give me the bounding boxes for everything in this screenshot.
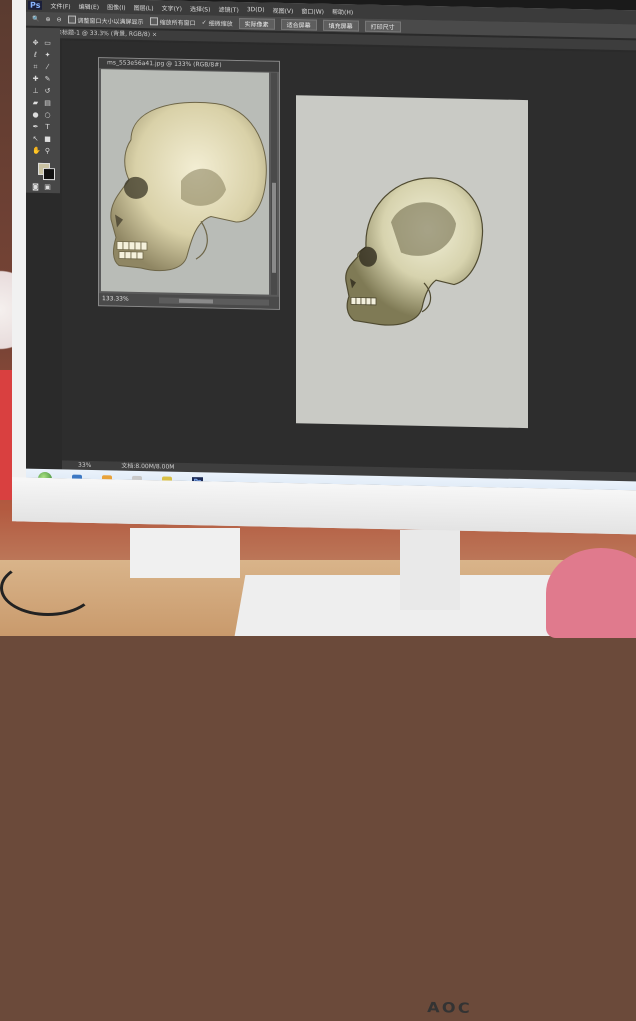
print-size-button[interactable]: 打印尺寸 (364, 20, 401, 32)
monitor-stand-back (130, 528, 240, 578)
screen: Ps 文件(F) 编辑(E) 图像(I) 图层(L) 文字(Y) 选择(S) 滤… (26, 0, 636, 491)
horizontal-scrollbar[interactable] (159, 297, 269, 306)
crop-tool-icon[interactable]: ⌗ (32, 63, 39, 71)
lasso-tool-icon[interactable]: ℓ (32, 51, 39, 59)
reference-skull-illustration (110, 101, 267, 272)
gradient-tool-icon[interactable]: ▤ (44, 99, 51, 107)
document-zoom-level[interactable]: 133.33% (102, 295, 129, 303)
path-select-icon[interactable]: ↖ (32, 135, 39, 143)
monitor-stand-neck (400, 530, 460, 610)
magic-wand-icon[interactable]: ✦ (44, 51, 51, 59)
menu-image[interactable]: 图像(I) (107, 2, 125, 11)
fill-screen-button[interactable]: 填充屏幕 (322, 19, 359, 32)
scrubby-zoom-checkbox[interactable]: ✓ 细微缩放 (202, 18, 233, 28)
cable (0, 560, 96, 616)
vertical-scrollbar[interactable] (271, 72, 277, 295)
menu-edit[interactable]: 编辑(E) (79, 1, 99, 10)
brush-tool-icon[interactable]: ✎ (44, 75, 51, 83)
marquee-tool-icon[interactable]: ▭ (44, 39, 51, 47)
quick-mask-icon[interactable]: ◙ (32, 183, 39, 191)
actual-pixels-button[interactable]: 实际像素 (238, 17, 275, 30)
zoom-all-label: 缩放所有窗口 (159, 18, 196, 27)
menu-filter[interactable]: 滤镜(T) (218, 4, 238, 13)
menu-select[interactable]: 选择(S) (190, 4, 211, 13)
background-color-swatch[interactable] (43, 167, 55, 181)
blur-tool-icon[interactable]: ● (32, 111, 39, 119)
document-status-bar: 133.33% (99, 293, 279, 309)
zoom-out-icon[interactable]: ⊖ (57, 16, 62, 23)
zoom-tool-icon[interactable]: 🔍 (32, 15, 39, 22)
reference-image-canvas[interactable] (101, 69, 269, 295)
zoom-tool-box-icon[interactable]: ⚲ (44, 147, 51, 155)
menu-help[interactable]: 帮助(H) (332, 6, 353, 15)
pen-tool-icon[interactable]: ✒ (32, 123, 39, 131)
zoom-in-icon[interactable]: ⊕ (45, 15, 50, 22)
painted-skull-illustration (345, 177, 484, 326)
photoshop-logo: Ps (28, 0, 43, 10)
zoom-all-checkbox[interactable]: 缩放所有窗口 (149, 17, 196, 27)
eraser-icon[interactable]: ▰ (32, 99, 39, 107)
vertical-scroll-thumb[interactable] (272, 182, 276, 273)
monitor: Ps 文件(F) 编辑(E) 图像(I) 图层(L) 文字(Y) 选择(S) 滤… (12, 0, 636, 1017)
healing-brush-icon[interactable]: ✚ (32, 75, 39, 83)
floating-document-window[interactable]: ms_553e56a41.jpg @ 133% (RGB/8#) 133.33% (98, 57, 280, 310)
menu-file[interactable]: 文件(F) (50, 1, 70, 10)
monitor-brand-logo: AOC (427, 999, 472, 1017)
menu-layer[interactable]: 图层(L) (134, 2, 154, 11)
screen-mode-icon[interactable]: ▣ (44, 183, 51, 191)
canvas-zoom-level[interactable]: 33% (78, 461, 91, 470)
main-canvas[interactable] (296, 95, 528, 429)
shape-tool-icon[interactable]: ■ (44, 135, 51, 143)
hand-tool-icon[interactable]: ✋ (32, 147, 41, 155)
menu-type[interactable]: 文字(Y) (162, 3, 182, 12)
type-tool-icon[interactable]: T (44, 123, 51, 131)
eyedropper-icon[interactable]: ⁄ (44, 63, 51, 71)
menu-window[interactable]: 窗口(W) (301, 6, 324, 15)
fit-screen-button[interactable]: 适合屏幕 (280, 18, 317, 31)
resize-windows-checkbox[interactable]: 调整窗口大小以满屏显示 (67, 15, 144, 26)
dodge-tool-icon[interactable]: ○ (44, 111, 51, 119)
clone-stamp-icon[interactable]: ⊥ (32, 87, 39, 95)
menu-view[interactable]: 视图(V) (273, 5, 294, 14)
resize-windows-label: 调整窗口大小以满屏显示 (77, 17, 144, 26)
scrubby-zoom-label: 细微缩放 (208, 19, 233, 28)
horizontal-scroll-thumb[interactable] (179, 298, 213, 304)
menu-3d[interactable]: 3D(D) (247, 6, 265, 13)
history-brush-icon[interactable]: ↺ (44, 87, 51, 95)
toolbox: ✥ ▭ ℓ ✦ ⌗ ⁄ ✚ ✎ ⊥ ↺ ▰ ▤ ● ○ ✒ T ↖ ■ ✋ ⚲ … (26, 27, 60, 194)
move-tool-icon[interactable]: ✥ (32, 39, 39, 47)
